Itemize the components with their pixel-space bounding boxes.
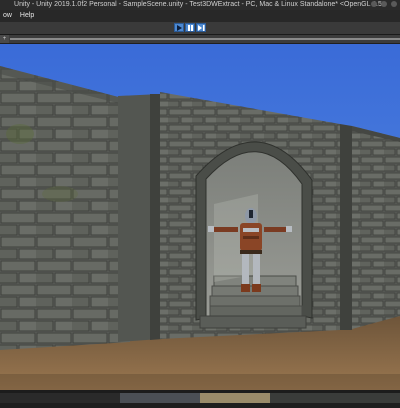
close-button[interactable] <box>391 1 397 7</box>
menu-item-help[interactable]: Help <box>17 10 37 22</box>
maximize-button[interactable] <box>381 1 387 7</box>
window-title-bar: Unity - Unity 2019.1.0f2 Personal - Samp… <box>0 0 400 10</box>
step-icon <box>198 25 205 31</box>
play-button[interactable] <box>174 23 184 32</box>
right-wall <box>352 126 400 329</box>
step-button[interactable] <box>196 23 206 32</box>
bottom-panel <box>0 390 400 403</box>
tab-strip-divider <box>10 38 400 40</box>
menu-item-window[interactable]: ow <box>0 10 15 22</box>
menu-bar: ow Help <box>0 10 400 22</box>
left-wall <box>0 66 130 350</box>
main-toolbar <box>0 22 400 35</box>
asset-thumbnails <box>0 393 400 403</box>
pause-button[interactable] <box>185 23 195 32</box>
window-controls <box>371 1 397 7</box>
pause-icon <box>188 25 193 31</box>
right-pillar <box>340 124 352 330</box>
game-view[interactable] <box>0 44 400 390</box>
minimize-button[interactable] <box>371 1 377 7</box>
window-title: Unity - Unity 2019.1.0f2 Personal - Samp… <box>14 1 386 8</box>
game-view-tab-strip: + <box>0 35 400 44</box>
play-icon <box>177 25 182 31</box>
game-view-tab[interactable]: + <box>0 35 9 43</box>
scene-render <box>0 44 400 390</box>
playback-controls <box>174 23 206 32</box>
